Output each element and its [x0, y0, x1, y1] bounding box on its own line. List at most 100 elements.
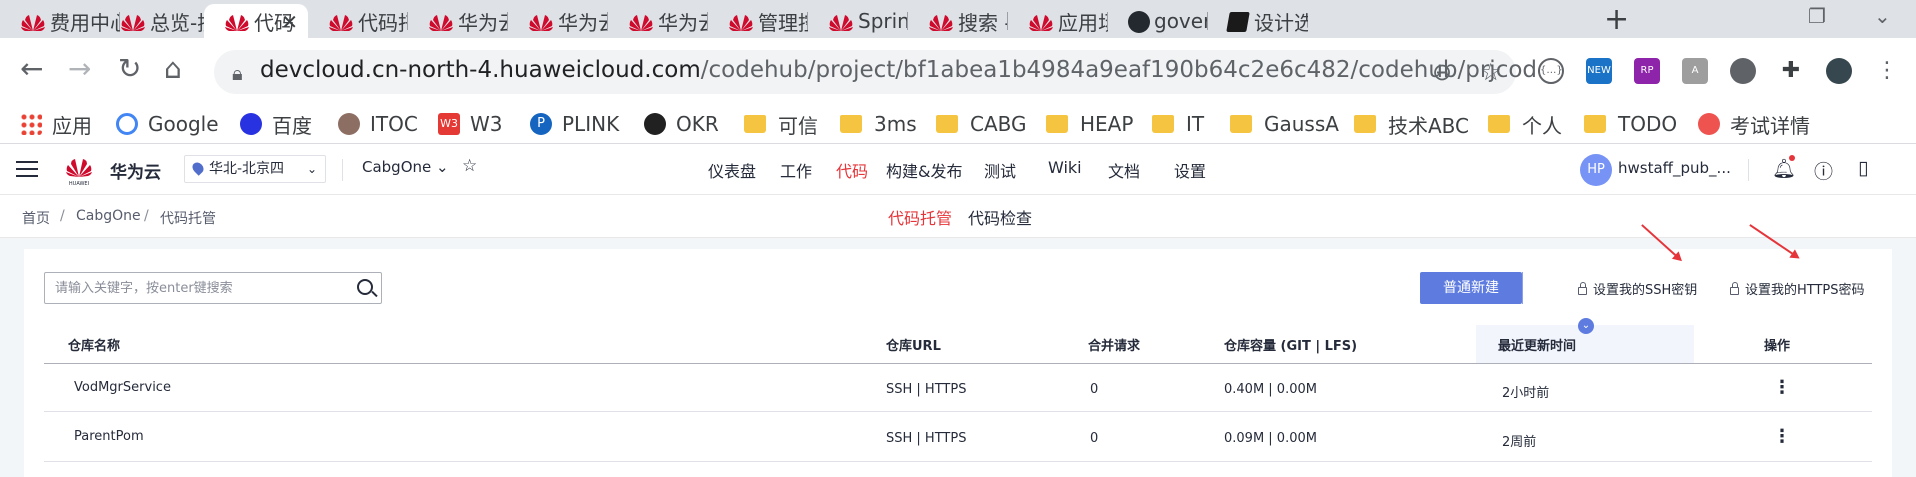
- favorite-star-icon[interactable]: ☆: [462, 156, 477, 176]
- repo-name-link[interactable]: VodMgrService: [74, 380, 171, 395]
- browser-menu-icon[interactable]: ⋮: [1874, 58, 1900, 84]
- bookmark-folder[interactable]: 个人: [1488, 108, 1562, 140]
- column-header-size: 仓库容量 (GIT | LFS): [1224, 339, 1358, 354]
- browser-tab[interactable]: 设计选型: [1208, 4, 1308, 38]
- bookmark-folder[interactable]: HEAP: [1046, 108, 1133, 140]
- user-avatar[interactable]: HP: [1580, 154, 1612, 186]
- bookmark-item[interactable]: 应用: [20, 108, 92, 140]
- url-text[interactable]: devcloud.cn-north-4.huaweicloud.com/code…: [260, 57, 1551, 83]
- bookmark-folder[interactable]: IT: [1152, 108, 1204, 140]
- reload-icon[interactable]: ↻: [118, 52, 141, 85]
- bookmark-item[interactable]: 考试详情: [1698, 108, 1810, 140]
- restore-window-icon[interactable]: ❐: [1808, 4, 1826, 28]
- bookmark-star-icon[interactable]: ☆: [1480, 58, 1502, 86]
- https-password-link[interactable]: 设置我的HTTPS密码: [1730, 279, 1865, 298]
- back-icon[interactable]: ←: [20, 52, 43, 85]
- forward-icon[interactable]: →: [68, 52, 91, 85]
- browser-tab[interactable]: 搜索 -: [908, 4, 1008, 38]
- extension-rp-icon[interactable]: RP: [1634, 58, 1660, 84]
- ssh-key-link[interactable]: 设置我的SSH密钥: [1578, 279, 1697, 298]
- breadcrumb-separator: /: [144, 208, 149, 224]
- bookmark-item[interactable]: ITOC: [338, 108, 418, 140]
- lock-icon[interactable]: 🔒︎: [232, 61, 243, 85]
- extensions-puzzle-icon[interactable]: ✚: [1778, 58, 1804, 84]
- help-icon[interactable]: ⓘ: [1814, 157, 1833, 184]
- extension-pdf-icon[interactable]: A: [1682, 58, 1708, 84]
- browser-tab[interactable]: 管理控制: [708, 4, 808, 38]
- search-input[interactable]: [45, 273, 345, 303]
- chevron-down-icon[interactable]: ⌄: [1523, 272, 1553, 304]
- extension-braces-icon[interactable]: {…}: [1538, 58, 1564, 84]
- breadcrumb-home[interactable]: 首页: [22, 208, 50, 228]
- browser-tab[interactable]: 华为云-: [608, 4, 708, 38]
- repo-clone-links[interactable]: SSH | HTTPS: [886, 431, 966, 446]
- search-box[interactable]: [44, 272, 382, 304]
- folder-icon: [1488, 115, 1510, 133]
- new-repo-button[interactable]: 普通新建 ⌄: [1420, 272, 1544, 304]
- zoom-icon[interactable]: ⊖: [1432, 58, 1452, 86]
- browser-tab[interactable]: 代码托管: [308, 4, 408, 38]
- nav-test[interactable]: 测试: [984, 158, 1016, 182]
- chevron-down-icon: ⌄: [436, 158, 449, 176]
- tab-code-check[interactable]: 代码检查: [968, 205, 1032, 229]
- bookmark-folder[interactable]: CABG: [936, 108, 1027, 140]
- collapse-window-icon[interactable]: ⌄: [1874, 4, 1891, 28]
- browser-tab[interactable]: Spring: [808, 4, 908, 38]
- search-icon[interactable]: [357, 279, 373, 295]
- app-header: HUAWEI 华为云 华北-北京四 ⌄ CabgOne ⌄ ☆ 仪表盘 工作 代…: [0, 145, 1916, 195]
- row-divider: [44, 461, 1872, 462]
- tab-code-hosting[interactable]: 代码托管: [888, 205, 952, 229]
- browser-tab[interactable]: 总览-控: [100, 4, 210, 38]
- okr-icon: [644, 113, 666, 135]
- https-password-label: 设置我的HTTPS密码: [1745, 283, 1865, 298]
- extension-globe-icon[interactable]: [1730, 58, 1756, 84]
- ssh-key-label: 设置我的SSH密钥: [1593, 283, 1698, 298]
- column-header-updated[interactable]: 最近更新时间: [1498, 335, 1576, 354]
- bookmark-item[interactable]: OKR: [644, 108, 719, 140]
- extension-new-icon[interactable]: NEW: [1586, 58, 1612, 84]
- bookmark-item[interactable]: Google: [116, 108, 219, 140]
- address-bar[interactable]: 🔒︎ devcloud.cn-north-4.huaweicloud.com/c…: [214, 50, 1551, 94]
- folder-icon: [1354, 115, 1376, 133]
- browser-tab[interactable]: govern: [1108, 4, 1208, 38]
- nav-settings[interactable]: 设置: [1174, 158, 1206, 182]
- bookmark-item[interactable]: W3 W3: [438, 108, 503, 140]
- profile-avatar-icon[interactable]: [1826, 58, 1852, 84]
- nav-build-release[interactable]: 构建&发布: [886, 158, 962, 182]
- new-repo-label[interactable]: 普通新建: [1420, 272, 1522, 304]
- nav-dashboard[interactable]: 仪表盘: [708, 158, 756, 182]
- username[interactable]: hwstaff_pub_...: [1618, 159, 1731, 177]
- browser-tab-active[interactable]: 代码 ✕: [204, 4, 308, 38]
- more-actions-icon[interactable]: ⋮: [1773, 377, 1791, 398]
- breadcrumb-project[interactable]: CabgOne: [76, 208, 141, 224]
- bookmark-item[interactable]: P PLINK: [530, 108, 619, 140]
- bookmark-folder[interactable]: 可信: [744, 108, 818, 140]
- sort-desc-icon[interactable]: ⌄: [1578, 318, 1594, 334]
- bookmark-folder[interactable]: TODO: [1584, 108, 1677, 140]
- repo-clone-links[interactable]: SSH | HTTPS: [886, 382, 966, 397]
- browser-tab[interactable]: 华为云-: [508, 4, 608, 38]
- nav-code[interactable]: 代码: [836, 158, 868, 182]
- bookmark-item[interactable]: 百度: [240, 108, 312, 140]
- divider: [1748, 159, 1749, 181]
- new-tab-button[interactable]: +: [1604, 2, 1629, 37]
- bookmark-folder[interactable]: 3ms: [840, 108, 917, 140]
- device-icon[interactable]: ▯: [1858, 157, 1868, 179]
- column-header-name[interactable]: 仓库名称: [68, 335, 120, 354]
- region-selector[interactable]: 华北-北京四 ⌄: [184, 155, 326, 183]
- browser-tab[interactable]: 华为云-: [408, 4, 508, 38]
- more-actions-icon[interactable]: ⋮: [1773, 426, 1791, 447]
- tab-close-icon[interactable]: ✕: [281, 10, 298, 34]
- w3-icon: W3: [438, 113, 460, 135]
- bookmark-folder[interactable]: GaussA: [1230, 108, 1339, 140]
- home-icon[interactable]: ⌂: [164, 52, 182, 85]
- menu-icon[interactable]: [16, 161, 38, 179]
- nav-docs[interactable]: 文档: [1108, 158, 1140, 182]
- browser-tab[interactable]: 应用场景: [1008, 4, 1108, 38]
- nav-wiki[interactable]: Wiki: [1048, 158, 1082, 177]
- project-selector[interactable]: CabgOne ⌄: [362, 158, 449, 176]
- bookmark-folder[interactable]: 技术ABC: [1354, 108, 1469, 140]
- nav-work[interactable]: 工作: [780, 158, 812, 182]
- repo-name-link[interactable]: ParentPom: [74, 429, 144, 444]
- updated-time: 2小时前: [1502, 386, 1550, 401]
